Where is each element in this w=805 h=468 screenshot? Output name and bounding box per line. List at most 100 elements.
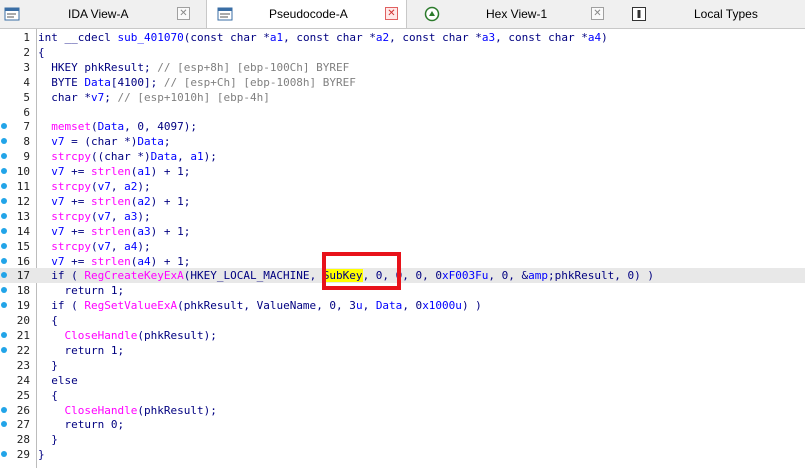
tab-local-types[interactable]: Local Types (618, 0, 805, 28)
pseudocode-icon (217, 7, 233, 21)
code-text: } (38, 358, 58, 372)
code-text: { (38, 388, 58, 402)
breakpoint-dot-icon[interactable] (1, 451, 7, 458)
breakpoint-dot-icon[interactable] (1, 257, 7, 264)
code-line[interactable]: 4 BYTE Data[4100]; // [esp+Ch] [ebp-1008… (0, 75, 805, 90)
code-line[interactable]: 8 v7 = (char *)Data; (0, 134, 805, 149)
breakpoint-dot-icon[interactable] (1, 346, 7, 353)
code-text: if ( RegSetValueExA(phkResult, ValueName… (51, 299, 482, 313)
code-line[interactable]: 23 } (0, 358, 805, 373)
code-text: v7 = (char *)Data; (51, 135, 171, 149)
code-line[interactable]: 11 strcpy(v7, a2); (0, 179, 805, 194)
line-number: 16 (16, 254, 30, 268)
code-line[interactable]: 22 return 1; (0, 343, 805, 358)
code-line[interactable]: 12 v7 += strlen(a2) + 1; (0, 194, 805, 209)
code-line[interactable]: 7 memset(Data, 0, 4097); (0, 119, 805, 134)
code-line[interactable]: 21 CloseHandle(phkResult); (0, 328, 805, 343)
code-line[interactable]: 24 else (0, 373, 805, 388)
code-text: else (51, 373, 78, 387)
tab-label: Hex View-1 (486, 7, 548, 21)
line-number: 22 (16, 343, 30, 357)
code-text: { (38, 45, 45, 59)
code-line[interactable]: 3 HKEY phkResult; // [esp+8h] [ebp-100Ch… (0, 60, 805, 75)
code-text: memset(Data, 0, 4097); (51, 120, 197, 134)
breakpoint-dot-icon[interactable] (1, 212, 7, 219)
line-number: 3 (23, 60, 30, 74)
tab-bar: IDA View-A ✕ Pseudocode-A ✕ Hex View-1 ✕… (0, 0, 805, 29)
line-number: 12 (16, 194, 30, 208)
pseudocode-editor[interactable]: 1 int __cdecl sub_401070(const char *a1, … (0, 29, 805, 468)
line-number: 8 (23, 135, 30, 149)
code-line[interactable]: 20 { (0, 313, 805, 328)
code-text: strcpy(v7, a4); (51, 239, 151, 253)
line-number: 6 (23, 105, 30, 119)
code-line[interactable]: 18 return 1; (0, 283, 805, 298)
close-icon[interactable]: ✕ (591, 7, 604, 20)
line-number: 15 (16, 239, 30, 253)
breakpoint-dot-icon[interactable] (1, 272, 7, 279)
code-text: v7 += strlen(a4) + 1; (51, 254, 191, 268)
breakpoint-dot-icon[interactable] (1, 332, 7, 338)
line-number: 23 (16, 358, 30, 372)
line-number: 1 (23, 31, 30, 44)
code-line[interactable]: 10 v7 += strlen(a1) + 1; (0, 164, 805, 179)
breakpoint-dot-icon[interactable] (1, 153, 7, 160)
code-line[interactable]: 26 CloseHandle(phkResult); (0, 403, 805, 418)
close-icon[interactable]: ✕ (177, 7, 190, 20)
breakpoint-dot-icon[interactable] (1, 302, 7, 309)
code-line[interactable]: 29} (0, 447, 805, 462)
breakpoint-dot-icon[interactable] (1, 197, 7, 204)
breakpoint-dot-icon[interactable] (1, 168, 7, 175)
breakpoint-dot-icon[interactable] (1, 406, 7, 413)
tab-hex-view-1[interactable]: Hex View-1 ✕ (412, 0, 612, 28)
breakpoint-dot-icon[interactable] (1, 138, 7, 145)
code-line[interactable]: 5 char *v7; // [esp+1010h] [ebp-4h] (0, 90, 805, 105)
code-line[interactable]: 14 v7 += strlen(a3) + 1; (0, 224, 805, 239)
code-line[interactable]: 6 (0, 105, 805, 120)
line-number: 5 (23, 90, 30, 104)
line-number: 17 (16, 269, 30, 283)
code-line[interactable]: 16 v7 += strlen(a4) + 1; (0, 254, 805, 269)
line-number: 20 (16, 314, 30, 328)
code-text: return 0; (64, 418, 125, 432)
code-line[interactable]: 2{ (0, 45, 805, 60)
line-number: 14 (16, 224, 30, 238)
code-text: v7 += strlen(a3) + 1; (51, 224, 191, 238)
code-line[interactable]: 28 } (0, 432, 805, 447)
code-text: v7 += strlen(a2) + 1; (51, 194, 191, 208)
close-icon[interactable]: ✕ (385, 7, 398, 20)
code-line[interactable]: 19 if ( RegSetValueExA(phkResult, ValueN… (0, 298, 805, 313)
code-line[interactable]: 25 { (0, 388, 805, 403)
code-text: { (38, 314, 58, 328)
code-line[interactable]: 9 strcpy((char *)Data, a1); (0, 149, 805, 164)
line-number: 27 (16, 418, 30, 432)
line-number: 26 (16, 403, 30, 417)
tab-pseudocode-a[interactable]: Pseudocode-A ✕ (206, 0, 407, 28)
tab-label: Pseudocode-A (269, 7, 348, 21)
code-text: char *v7; // [esp+1010h] [ebp-4h] (51, 90, 270, 104)
breakpoint-dot-icon[interactable] (1, 421, 7, 428)
line-number: 2 (23, 45, 30, 59)
breakpoint-dot-icon[interactable] (1, 242, 7, 249)
breakpoint-dot-icon[interactable] (1, 287, 7, 294)
breakpoint-dot-icon[interactable] (1, 183, 7, 189)
line-number: 29 (16, 448, 30, 462)
code-line[interactable]: 17 if ( RegCreateKeyExA(HKEY_LOCAL_MACHI… (0, 268, 805, 284)
breakpoint-dot-icon[interactable] (1, 227, 7, 234)
code-line[interactable]: 13 strcpy(v7, a3); (0, 209, 805, 224)
line-number: 21 (16, 329, 30, 342)
code-text: return 1; (64, 284, 125, 298)
code-text: int __cdecl sub_401070(const char *a1, c… (38, 31, 608, 44)
line-number: 11 (16, 180, 30, 193)
code-line[interactable]: 27 return 0; (0, 417, 805, 432)
line-number: 7 (23, 120, 30, 134)
breakpoint-dot-icon[interactable] (1, 123, 7, 130)
code-line[interactable]: 1 int __cdecl sub_401070(const char *a1, … (0, 30, 805, 45)
line-number: 25 (16, 388, 30, 402)
code-text: return 1; (64, 343, 125, 357)
code-text: strcpy(v7, a2); (51, 180, 151, 193)
tab-ida-view-a[interactable]: IDA View-A ✕ (0, 0, 200, 28)
code-line[interactable]: 15 strcpy(v7, a4); (0, 239, 805, 254)
line-number: 18 (16, 284, 30, 298)
local-types-icon (632, 7, 646, 21)
